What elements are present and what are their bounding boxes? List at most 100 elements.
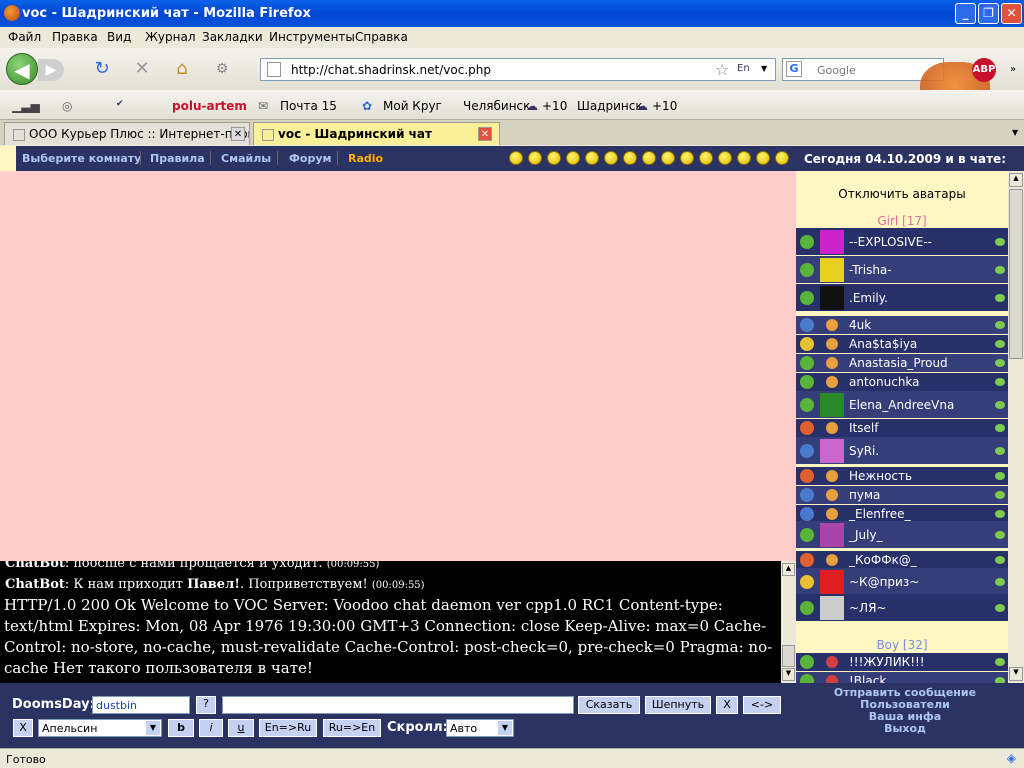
city1-label[interactable]: Челябинск [463, 99, 530, 113]
menu-edit[interactable]: Правка [52, 30, 98, 44]
user-row[interactable]: _July_ [796, 521, 1008, 548]
eye-icon[interactable] [995, 424, 1005, 432]
underline-button[interactable]: u [228, 719, 254, 737]
user-name[interactable]: !Black [849, 674, 886, 683]
user-name[interactable]: ~ЛЯ~ [849, 601, 886, 615]
stop-icon[interactable]: ✕ [128, 55, 156, 83]
scroll-thumb[interactable] [1009, 189, 1023, 359]
user-row[interactable]: antonuchka [796, 373, 1008, 391]
whisper-button[interactable]: Шепнуть [645, 696, 711, 714]
menu-view[interactable]: Вид [107, 30, 131, 44]
color-select[interactable]: Апельсин ▼ [38, 719, 162, 737]
yandex-icon[interactable]: ✔ [116, 99, 124, 109]
smiley-icon[interactable] [680, 151, 694, 165]
overflow-icon[interactable]: » [1010, 64, 1016, 75]
smiley-icon[interactable] [699, 151, 713, 165]
user-row[interactable]: -Trisha- [796, 256, 1008, 283]
smiley-icon[interactable] [623, 151, 637, 165]
back-button[interactable]: ◀ [6, 53, 38, 85]
user-row[interactable]: Ana$ta$iya [796, 335, 1008, 353]
nav-link-radio[interactable]: Radio [348, 152, 383, 165]
user-row[interactable]: SyRi. [796, 437, 1008, 464]
eye-icon[interactable] [995, 531, 1005, 539]
user-row[interactable]: .Emily. [796, 284, 1008, 311]
scroll-select[interactable]: Авто ▼ [446, 719, 514, 737]
user-name[interactable]: .Emily. [849, 291, 888, 305]
url-bar[interactable]: http://chat.shadrinsk.net/voc.php ☆ En ▼ [260, 58, 776, 81]
smiley-icon[interactable] [528, 151, 542, 165]
smiley-icon[interactable] [756, 151, 770, 165]
tab-list-icon[interactable]: ▼ [1012, 128, 1018, 137]
user-name[interactable]: Нежность [849, 469, 912, 483]
tab-kurier[interactable]: ООО Курьер Плюс :: Интернет-пров... ✕ [4, 122, 250, 145]
bookmark-star-icon[interactable]: ☆ [715, 60, 729, 79]
eye-icon[interactable] [995, 604, 1005, 612]
chat-icon[interactable]: ◎ [62, 99, 72, 113]
reload-icon[interactable]: ↻ [88, 55, 116, 83]
say-button[interactable]: Сказать [578, 696, 640, 714]
bold-button[interactable]: b [168, 719, 194, 737]
message-scrollbar[interactable]: ▲ ▼ [781, 561, 796, 683]
help-button[interactable]: ? [196, 696, 216, 714]
eye-icon[interactable] [995, 447, 1005, 455]
user-name[interactable]: Ana$ta$iya [849, 337, 917, 351]
clear-color-button[interactable]: X [13, 719, 33, 737]
smiley-icon[interactable] [566, 151, 580, 165]
eye-icon[interactable] [995, 321, 1005, 329]
user-name[interactable]: 4uk [849, 318, 871, 332]
menu-tools[interactable]: Инструменты [269, 30, 355, 44]
user-name[interactable]: Anastasia_Proud [849, 356, 948, 370]
user-name[interactable]: _Elenfree_ [849, 507, 911, 521]
user-row[interactable]: ~К@приз~ [796, 568, 1008, 595]
scroll-up-icon[interactable]: ▲ [1009, 173, 1023, 187]
user-row[interactable]: _КоФФк@_ [796, 551, 1008, 569]
eye-icon[interactable] [995, 658, 1005, 666]
eye-icon[interactable] [995, 510, 1005, 518]
message-input[interactable] [222, 696, 574, 714]
eye-icon[interactable] [995, 401, 1005, 409]
user-row[interactable]: ~ЛЯ~ [796, 594, 1008, 621]
close-tab-icon[interactable]: ✕ [231, 127, 245, 141]
user-scrollbar[interactable]: ▲ ▼ [1008, 171, 1024, 683]
swap-button[interactable]: <-> [743, 696, 781, 714]
user-name[interactable]: -Trisha- [849, 263, 892, 277]
user-row[interactable]: --EXPLOSIVE-- [796, 228, 1008, 255]
translate-icon[interactable]: En [737, 63, 750, 74]
scroll-up-icon[interactable]: ▲ [782, 563, 795, 576]
scroll-down-icon[interactable]: ▼ [782, 668, 795, 681]
addon-icon[interactable]: ⚙ [208, 55, 236, 83]
eye-icon[interactable] [995, 294, 1005, 302]
en-ru-button[interactable]: En=>Ru [259, 719, 317, 737]
user-name[interactable]: --EXPLOSIVE-- [849, 235, 932, 249]
scroll-down-icon[interactable]: ▼ [1009, 667, 1023, 681]
user-row[interactable]: пума [796, 486, 1008, 504]
adblock-button[interactable]: ABP [972, 58, 996, 82]
user-row[interactable]: !Black [796, 672, 1008, 683]
close-tab-icon[interactable]: ✕ [478, 127, 492, 141]
eye-icon[interactable] [995, 359, 1005, 367]
scroll-thumb[interactable] [782, 645, 795, 667]
user-name[interactable]: пума [849, 488, 880, 502]
ru-en-button[interactable]: Ru=>En [323, 719, 381, 737]
italic-button[interactable]: i [199, 719, 223, 737]
user-name[interactable]: !!!ЖУЛИК!!! [849, 655, 925, 669]
user-row[interactable]: 4uk [796, 316, 1008, 334]
tab-voc[interactable]: voc - Шадринский чат ✕ [253, 122, 500, 145]
forward-button[interactable]: ▶ [38, 59, 64, 81]
nav-link-smiles[interactable]: Смайлы [221, 152, 271, 165]
eye-icon[interactable] [995, 266, 1005, 274]
smiley-icon[interactable] [661, 151, 675, 165]
menu-file[interactable]: Файл [8, 30, 41, 44]
toggle-avatars[interactable]: Отключить аватары [796, 187, 1008, 201]
eye-icon[interactable] [995, 238, 1005, 246]
user-row[interactable]: !!!ЖУЛИК!!! [796, 653, 1008, 671]
minimize-button[interactable]: _ [955, 3, 976, 24]
eye-icon[interactable] [995, 472, 1005, 480]
home-icon[interactable]: ⌂ [168, 55, 196, 83]
menu-bookmarks[interactable]: Закладки [202, 30, 263, 44]
google-icon[interactable]: G [786, 61, 802, 77]
eye-icon[interactable] [995, 378, 1005, 386]
smiley-icon[interactable] [642, 151, 656, 165]
nick-input[interactable]: dustbin [92, 696, 190, 714]
eye-icon[interactable] [995, 578, 1005, 586]
